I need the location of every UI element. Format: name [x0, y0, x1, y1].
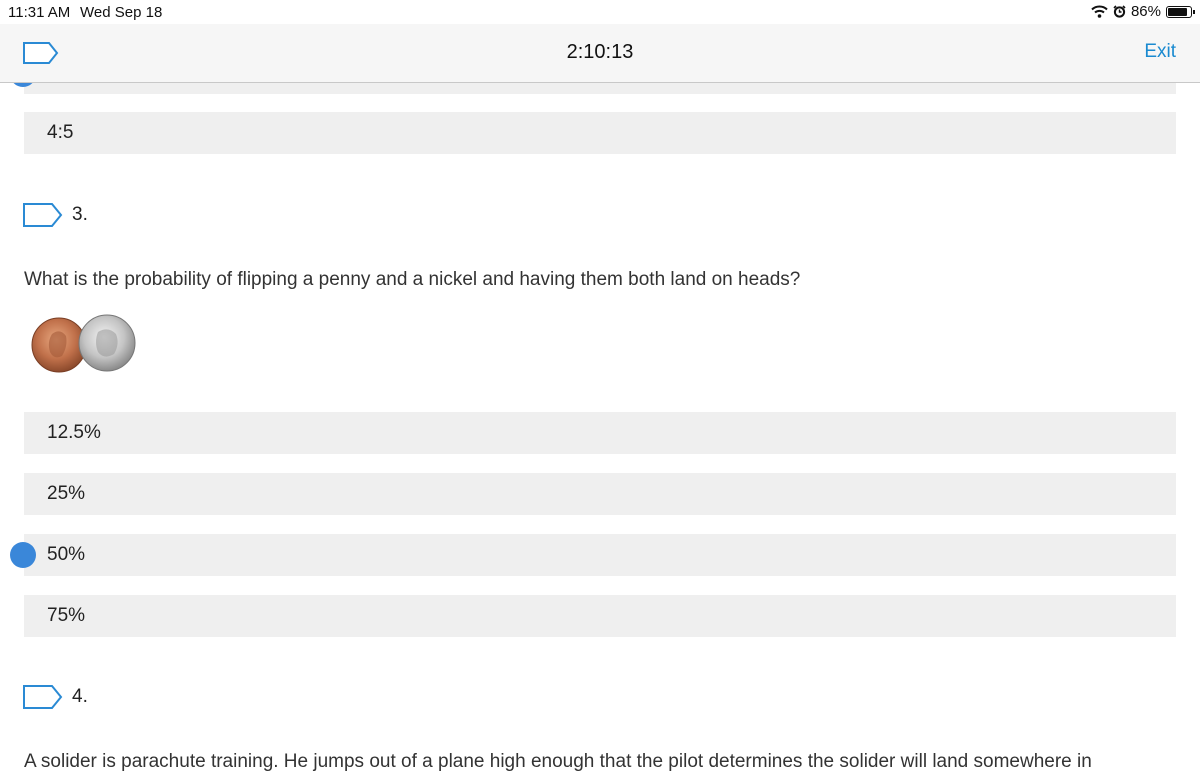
answer-option[interactable] — [24, 82, 1176, 94]
exam-timer: 2:10:13 — [566, 41, 634, 63]
answer-label: 12.5% — [47, 422, 101, 443]
question-number: 3. — [72, 204, 88, 225]
status-right: 86% — [1091, 3, 1195, 20]
answer-option[interactable]: 25% — [24, 473, 1176, 515]
answer-label: 4:5 — [47, 122, 74, 143]
question-number: 4. — [72, 686, 88, 707]
question-text: A solider is parachute training. He jump… — [24, 751, 1092, 772]
answer-label: 75% — [47, 605, 86, 626]
nav-bar: 2:10:13 Exit — [0, 24, 1200, 83]
answer-option[interactable]: 4:5 — [24, 112, 1176, 154]
battery-percent: 86% — [1130, 3, 1161, 20]
exit-button[interactable]: Exit — [1144, 41, 1176, 63]
flag-question-icon[interactable] — [23, 685, 63, 709]
status-time: 11:31 AM — [8, 4, 71, 21]
battery-icon — [1166, 5, 1195, 18]
selected-radio[interactable] — [10, 542, 36, 568]
coins-image — [31, 314, 136, 373]
answer-label: 50% — [47, 544, 86, 565]
status-bar: 11:31 AM Wed Sep 18 86% — [0, 0, 1200, 24]
answer-option-selected[interactable]: 50% — [24, 534, 1176, 576]
question-list[interactable]: 4:5 3. What is the probability of flippi… — [0, 82, 1200, 776]
answer-label: 25% — [47, 483, 86, 504]
alarm-icon — [1113, 5, 1126, 18]
question-text: What is the probability of flipping a pe… — [24, 269, 801, 290]
flag-question-icon[interactable] — [23, 203, 63, 227]
status-date: Wed Sep 18 — [80, 4, 163, 21]
wifi-icon — [1091, 5, 1108, 18]
answer-option[interactable]: 12.5% — [24, 412, 1176, 454]
answer-option[interactable]: 75% — [24, 595, 1176, 637]
